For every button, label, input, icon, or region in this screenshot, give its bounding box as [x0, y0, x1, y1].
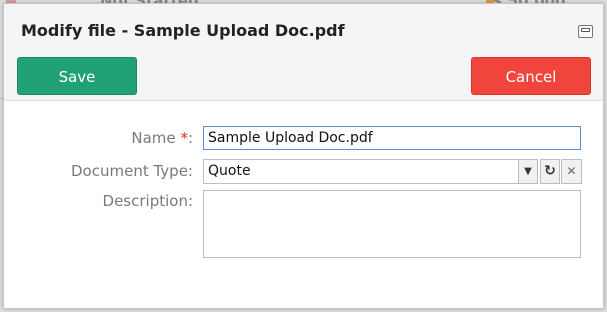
- name-label-colon: :: [187, 129, 193, 147]
- dialog-header: Modify file - Sample Upload Doc.pdf Save…: [4, 4, 603, 101]
- window-maximize-icon-bar: [581, 28, 590, 32]
- document-type-select[interactable]: Quote: [203, 159, 521, 184]
- cancel-button[interactable]: Cancel: [471, 57, 591, 95]
- description-textarea[interactable]: [203, 190, 581, 258]
- name-label-text: Name: [131, 129, 176, 147]
- dialog-title: Modify file - Sample Upload Doc.pdf: [21, 21, 345, 40]
- name-label: Name *:: [131, 129, 193, 147]
- name-input[interactable]: [203, 126, 581, 150]
- required-star: *: [180, 129, 188, 147]
- clear-icon[interactable]: ✕: [561, 159, 582, 184]
- refresh-icon[interactable]: ↻: [540, 159, 560, 184]
- window-maximize-icon[interactable]: [578, 25, 593, 38]
- document-type-label: Document Type:: [71, 162, 193, 180]
- modify-file-dialog: Modify file - Sample Upload Doc.pdf Save…: [3, 3, 604, 309]
- description-label: Description:: [102, 192, 193, 210]
- chevron-down-icon[interactable]: ▼: [518, 159, 538, 184]
- save-button[interactable]: Save: [17, 57, 137, 95]
